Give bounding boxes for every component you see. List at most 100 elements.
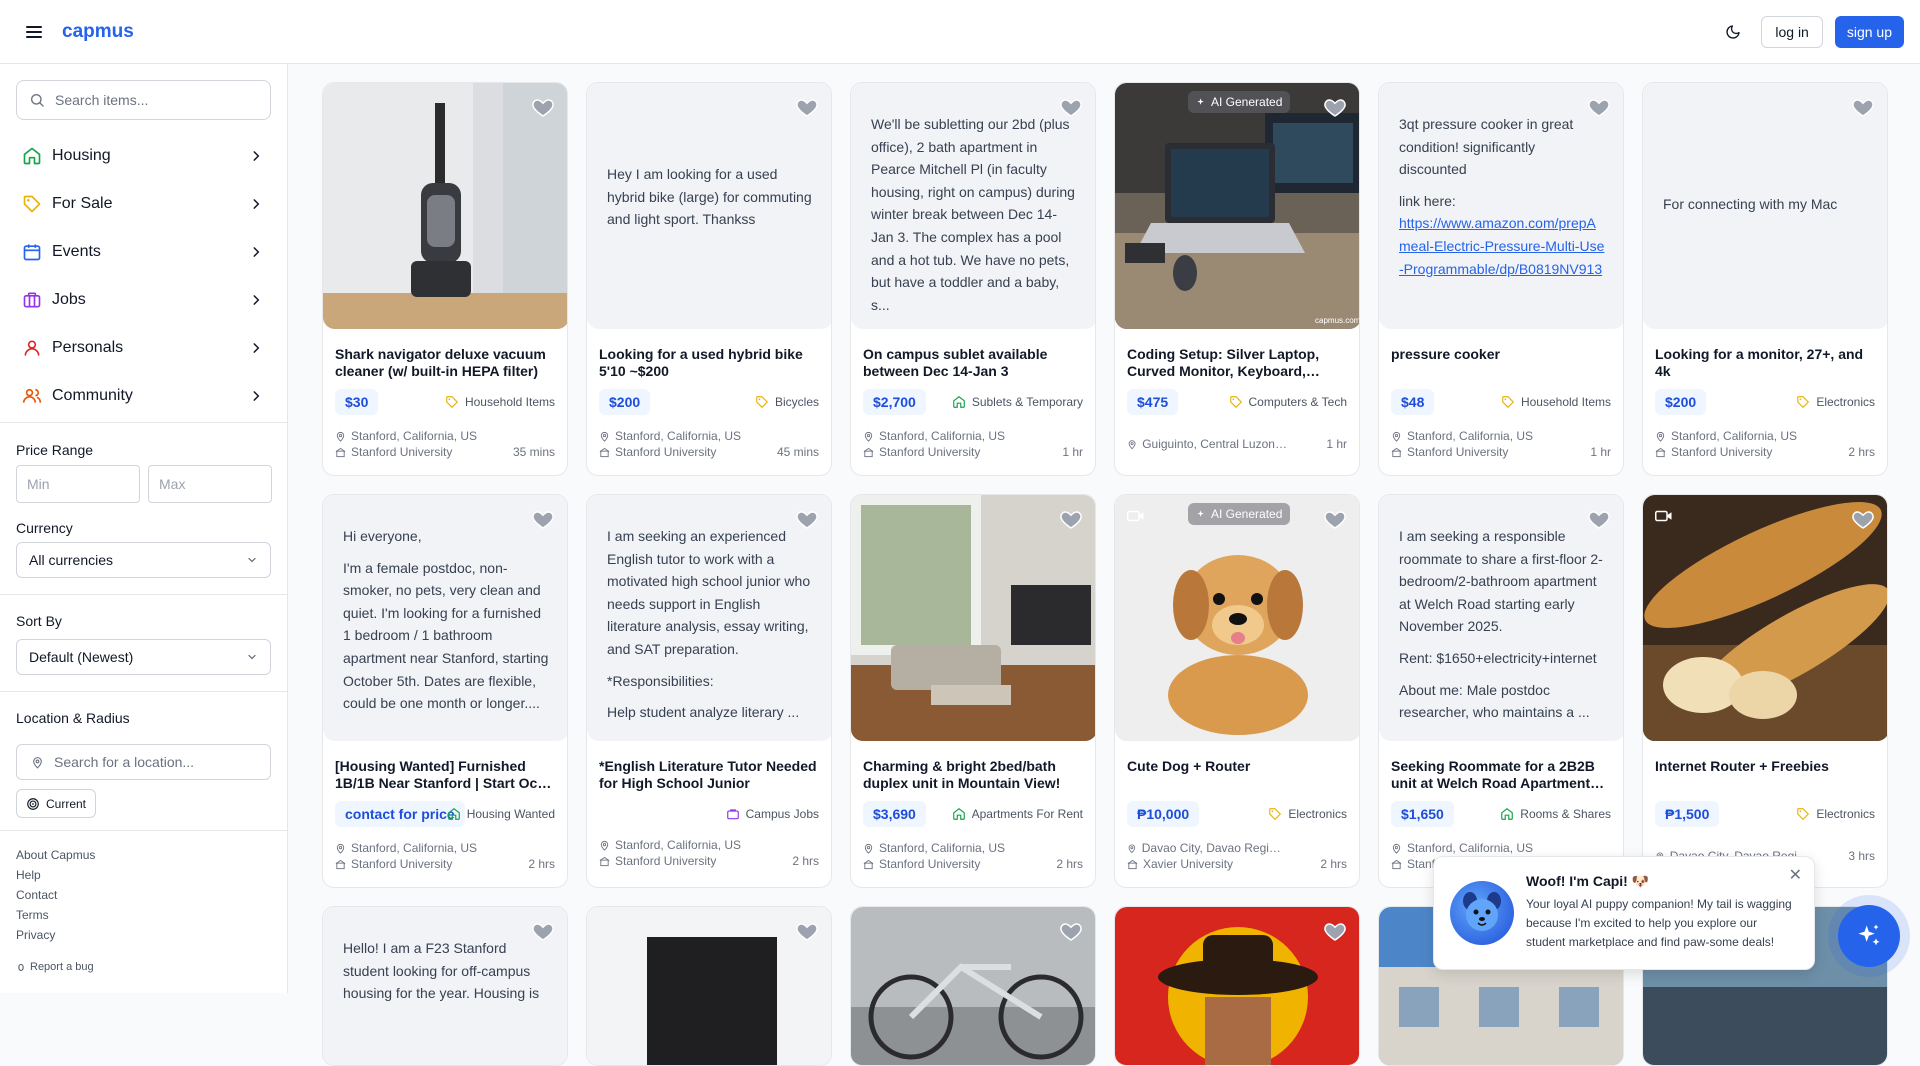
listing-title[interactable]: *English Literature Tutor Needed for Hig…: [599, 758, 819, 792]
category-badge[interactable]: Electronics: [1268, 801, 1347, 827]
listing-title[interactable]: pressure cooker: [1391, 346, 1611, 363]
listing-image[interactable]: [1115, 495, 1359, 741]
listing-card[interactable]: Hello! I am a F23 Stanford student looki…: [322, 906, 568, 1066]
listing-title[interactable]: Coding Setup: Silver Laptop, Curved Moni…: [1127, 346, 1347, 380]
heart-icon[interactable]: [531, 95, 555, 119]
listing-card[interactable]: [1114, 906, 1360, 1066]
currency-select[interactable]: All currencies: [16, 542, 271, 578]
listing-title[interactable]: [Housing Wanted] Furnished 1B/1B Near St…: [335, 758, 555, 792]
heart-icon[interactable]: [531, 507, 555, 531]
listing-card[interactable]: We'll be subletting our 2bd (plus office…: [850, 82, 1096, 476]
heart-icon[interactable]: [1059, 919, 1083, 943]
location-search-input[interactable]: Search for a location...: [16, 744, 271, 780]
footer-link-privacy[interactable]: Privacy: [16, 927, 95, 947]
listing-card[interactable]: Internet Router + Freebies ₱1,500 Electron…: [1642, 494, 1888, 888]
close-icon[interactable]: ✕: [1789, 865, 1802, 885]
listing-card[interactable]: For connecting with my Mac Looking for a …: [1642, 82, 1888, 476]
menu-icon[interactable]: [24, 22, 44, 42]
listing-card[interactable]: Charming & bright 2bed/bath duplex unit …: [850, 494, 1096, 888]
heart-icon[interactable]: [531, 919, 555, 943]
listing-card[interactable]: Hey I am looking for a used hybrid bike …: [586, 82, 832, 476]
chevron-right-icon: [253, 199, 260, 209]
search-input[interactable]: Search items...: [16, 80, 271, 120]
sort-select[interactable]: Default (Newest): [16, 639, 271, 675]
heart-icon[interactable]: [1059, 95, 1083, 119]
listing-title[interactable]: Internet Router + Freebies: [1655, 758, 1875, 775]
category-badge[interactable]: Electronics: [1796, 389, 1875, 415]
max-price-input[interactable]: Max: [148, 465, 272, 503]
nav-item-jobs[interactable]: Jobs: [16, 276, 271, 324]
listing-description-panel[interactable]: I am seeking an experienced English tuto…: [587, 495, 831, 741]
login-button[interactable]: log in: [1761, 15, 1823, 48]
listing-card[interactable]: [586, 906, 832, 1066]
logo[interactable]: capmus: [62, 21, 134, 43]
listing-card[interactable]: capmus.com AI Generated Coding Setup: Silv…: [1114, 82, 1360, 476]
category-badge[interactable]: Computers & Tech: [1229, 389, 1347, 415]
nav-item-housing[interactable]: Housing: [16, 132, 271, 180]
min-price-input[interactable]: Min: [16, 465, 140, 503]
nav-item-events[interactable]: Events: [16, 228, 271, 276]
category-badge[interactable]: Household Items: [1501, 389, 1611, 415]
nav-item-personals[interactable]: Personals: [16, 324, 271, 372]
listing-title[interactable]: Cute Dog + Router: [1127, 758, 1347, 775]
heart-icon[interactable]: [1851, 507, 1875, 531]
listing-description-panel[interactable]: For connecting with my Mac: [1643, 83, 1887, 329]
heart-icon[interactable]: [1059, 507, 1083, 531]
listing-image[interactable]: [1643, 495, 1887, 741]
nav-item-community[interactable]: Community: [16, 372, 271, 420]
carousel-dots[interactable]: [961, 873, 985, 879]
heart-icon[interactable]: [1851, 95, 1875, 119]
category-badge[interactable]: Electronics: [1796, 801, 1875, 827]
nav-item-for-sale[interactable]: For Sale: [16, 180, 271, 228]
category-badge[interactable]: Bicycles: [755, 389, 819, 415]
listing-description-panel[interactable]: I am seeking a responsible roommate to s…: [1379, 495, 1623, 741]
listing-title[interactable]: Shark navigator deluxe vacuum cleaner (w…: [335, 346, 555, 380]
footer-link-terms[interactable]: Terms: [16, 907, 95, 927]
category-badge[interactable]: Household Items: [445, 389, 555, 415]
heart-icon[interactable]: [1323, 95, 1347, 119]
listing-description-panel[interactable]: Hey I am looking for a used hybrid bike …: [587, 83, 831, 329]
listing-title[interactable]: Charming & bright 2bed/bath duplex unit …: [863, 758, 1083, 792]
listing-title[interactable]: Seeking Roommate for a 2B2B unit at Welc…: [1391, 758, 1611, 792]
moon-icon[interactable]: [1717, 16, 1749, 48]
listing-card[interactable]: [850, 906, 1096, 1066]
listing-description-panel[interactable]: Hi everyone, I'm a female postdoc, non-sm…: [323, 495, 567, 741]
heart-icon[interactable]: [1323, 507, 1347, 531]
listing-title[interactable]: On campus sublet available between Dec 1…: [863, 346, 1083, 380]
category-badge[interactable]: Campus Jobs: [726, 801, 819, 827]
category-badge[interactable]: Sublets & Temporary: [952, 389, 1083, 415]
listing-link[interactable]: https://www.amazon.com/prepAmeal-Electri…: [1399, 215, 1604, 276]
heart-icon[interactable]: [795, 919, 819, 943]
listing-card[interactable]: I am seeking an experienced English tuto…: [586, 494, 832, 888]
footer-link-help[interactable]: Help: [16, 867, 95, 887]
heart-icon[interactable]: [795, 507, 819, 531]
signup-button[interactable]: sign up: [1834, 15, 1904, 48]
heart-icon[interactable]: [1587, 507, 1611, 531]
listing-card[interactable]: AI Generated Cute Dog + Router ₱10,000 Elec…: [1114, 494, 1360, 888]
heart-icon[interactable]: [795, 95, 819, 119]
listing-description-panel[interactable]: We'll be subletting our 2bd (plus office…: [851, 83, 1095, 329]
listing-image[interactable]: capmus.com: [1115, 83, 1359, 329]
listing-card[interactable]: 3qt pressure cooker in great condition! …: [1378, 82, 1624, 476]
heart-icon[interactable]: [1587, 95, 1611, 119]
ai-assistant-button[interactable]: [1838, 905, 1900, 967]
footer-link-about[interactable]: About Capmus: [16, 847, 95, 867]
carousel-dots[interactable]: [1229, 873, 1245, 879]
sparkle-icon: [1858, 924, 1880, 946]
category-badge[interactable]: Rooms & Shares: [1500, 801, 1611, 827]
heart-icon[interactable]: [1323, 919, 1347, 943]
current-location-button[interactable]: Current: [16, 789, 97, 818]
footer-link-contact[interactable]: Contact: [16, 887, 95, 907]
listing-card[interactable]: I am seeking a responsible roommate to s…: [1378, 494, 1624, 888]
listing-image[interactable]: [323, 83, 567, 329]
category-badge[interactable]: Housing Wanted: [447, 801, 555, 827]
category-badge[interactable]: Apartments For Rent: [952, 801, 1083, 827]
report-bug-link[interactable]: Report a bug: [16, 961, 94, 973]
listing-title[interactable]: Looking for a monitor, 27+, and 4k: [1655, 346, 1875, 380]
listing-title[interactable]: Looking for a used hybrid bike 5'10 ~$20…: [599, 346, 819, 380]
listing-description-panel[interactable]: 3qt pressure cooker in great condition! …: [1379, 83, 1623, 329]
listing-card[interactable]: Hi everyone, I'm a female postdoc, non-sm…: [322, 494, 568, 888]
carousel-dots[interactable]: [437, 461, 453, 467]
listing-image[interactable]: [851, 495, 1095, 741]
listing-card[interactable]: Shark navigator deluxe vacuum cleaner (w…: [322, 82, 568, 476]
